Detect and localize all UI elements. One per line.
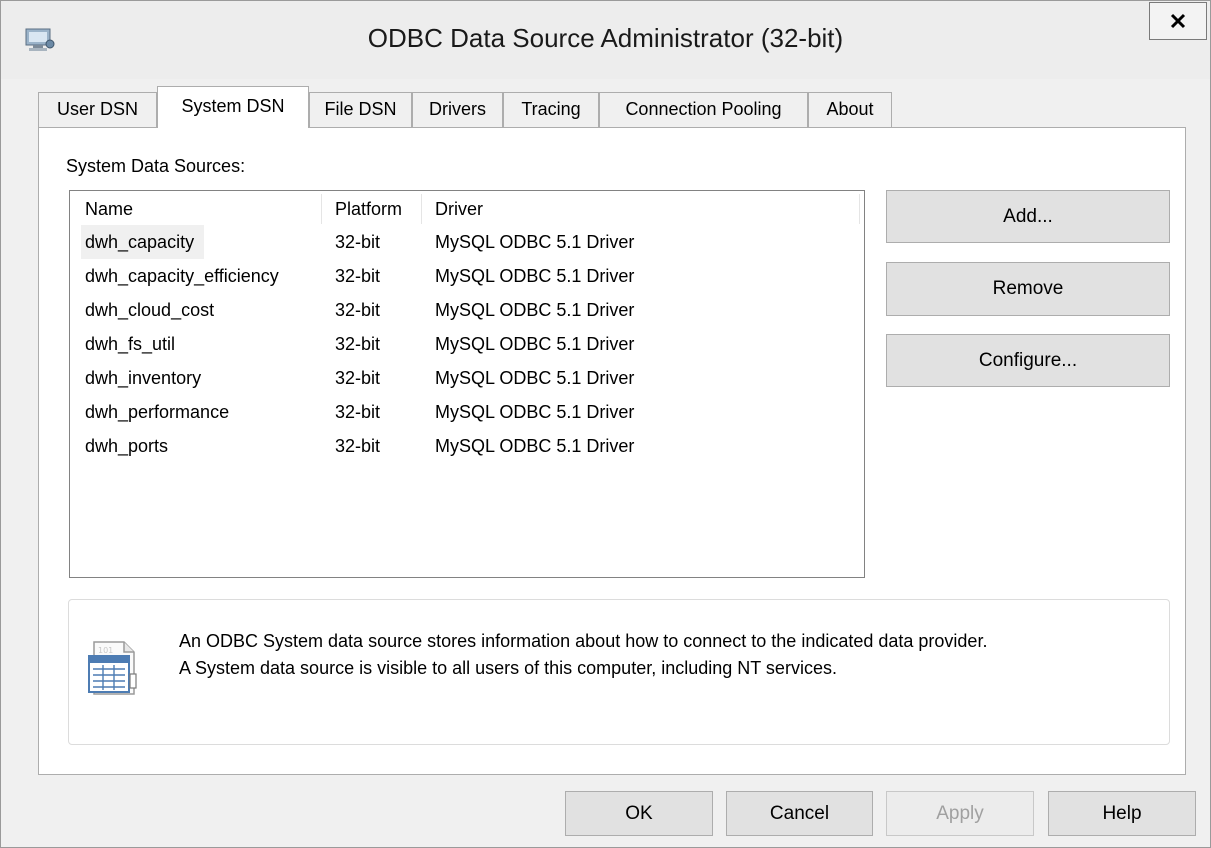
row-platform: 32-bit xyxy=(335,402,381,422)
row-name: dwh_capacity_efficiency xyxy=(85,266,279,286)
row-driver: MySQL ODBC 5.1 Driver xyxy=(435,368,635,388)
help-button[interactable]: Help xyxy=(1048,791,1196,836)
window-title: ODBC Data Source Administrator (32-bit) xyxy=(367,23,844,53)
column-header-platform[interactable]: Platform xyxy=(322,194,422,224)
system-dsn-panel: System Data Sources: Name Platform Drive… xyxy=(38,127,1186,775)
info-line-2: A System data source is visible to all u… xyxy=(179,658,837,678)
row-name: dwh_ports xyxy=(85,436,169,456)
row-platform: 32-bit xyxy=(335,266,381,286)
row-name: dwh_inventory xyxy=(85,368,202,388)
system-data-sources-label: System Data Sources: xyxy=(66,156,246,176)
list-item[interactable]: dwh_performance 32-bit MySQL ODBC 5.1 Dr… xyxy=(70,395,864,429)
column-header-driver[interactable]: Driver xyxy=(422,194,860,224)
list-item[interactable]: dwh_fs_util 32-bit MySQL ODBC 5.1 Driver xyxy=(70,327,864,361)
tab-system-dsn[interactable]: System DSN xyxy=(157,86,309,128)
row-driver: MySQL ODBC 5.1 Driver xyxy=(435,334,635,354)
row-driver: MySQL ODBC 5.1 Driver xyxy=(435,402,635,422)
tab-tracing[interactable]: Tracing xyxy=(503,92,599,127)
row-name: dwh_capacity xyxy=(81,225,205,259)
row-driver: MySQL ODBC 5.1 Driver xyxy=(435,300,635,320)
data-sources-list[interactable]: Name Platform Driver dwh_capacity 32-bit… xyxy=(69,190,865,578)
row-platform: 32-bit xyxy=(335,368,381,388)
info-description: An ODBC System data source stores inform… xyxy=(179,628,987,682)
add-button[interactable]: Add... xyxy=(886,190,1170,243)
info-box: 101 An ODBC System data source stores in… xyxy=(68,599,1170,745)
list-item[interactable]: dwh_capacity 32-bit MySQL ODBC 5.1 Drive… xyxy=(70,225,864,259)
list-item[interactable]: dwh_ports 32-bit MySQL ODBC 5.1 Driver xyxy=(70,429,864,463)
row-platform: 32-bit xyxy=(335,334,381,354)
list-item[interactable]: dwh_capacity_efficiency 32-bit MySQL ODB… xyxy=(70,259,864,293)
row-name: dwh_fs_util xyxy=(85,334,176,354)
list-item[interactable]: dwh_cloud_cost 32-bit MySQL ODBC 5.1 Dri… xyxy=(70,293,864,327)
svg-text:101: 101 xyxy=(98,646,113,655)
column-header-name[interactable]: Name xyxy=(72,194,322,224)
tab-about[interactable]: About xyxy=(808,92,892,127)
row-name: dwh_cloud_cost xyxy=(85,300,215,320)
odbc-admin-window: ODBC Data Source Administrator (32-bit) … xyxy=(0,0,1211,848)
list-header: Name Platform Driver xyxy=(70,191,860,225)
remove-button[interactable]: Remove xyxy=(886,262,1170,316)
apply-button[interactable]: Apply xyxy=(886,791,1034,836)
row-driver: MySQL ODBC 5.1 Driver xyxy=(435,232,635,252)
row-platform: 32-bit xyxy=(335,232,381,252)
row-name: dwh_performance xyxy=(85,402,230,422)
close-button[interactable] xyxy=(1149,2,1207,40)
configure-button[interactable]: Configure... xyxy=(886,334,1170,387)
tab-drivers[interactable]: Drivers xyxy=(412,92,503,127)
tab-file-dsn[interactable]: File DSN xyxy=(309,92,412,127)
row-driver: MySQL ODBC 5.1 Driver xyxy=(435,266,635,286)
close-icon xyxy=(1170,13,1186,29)
row-platform: 32-bit xyxy=(335,436,381,456)
tab-connection-pooling[interactable]: Connection Pooling xyxy=(599,92,808,127)
info-line-1: An ODBC System data source stores inform… xyxy=(179,631,988,651)
row-platform: 32-bit xyxy=(335,300,381,320)
ok-button[interactable]: OK xyxy=(565,791,713,836)
row-driver: MySQL ODBC 5.1 Driver xyxy=(435,436,635,456)
list-item[interactable]: dwh_inventory 32-bit MySQL ODBC 5.1 Driv… xyxy=(70,361,864,395)
title-bar[interactable]: ODBC Data Source Administrator (32-bit) xyxy=(1,1,1210,79)
tab-user-dsn[interactable]: User DSN xyxy=(38,92,157,127)
cancel-button[interactable]: Cancel xyxy=(726,791,873,836)
data-source-document-icon: 101 xyxy=(86,638,148,706)
